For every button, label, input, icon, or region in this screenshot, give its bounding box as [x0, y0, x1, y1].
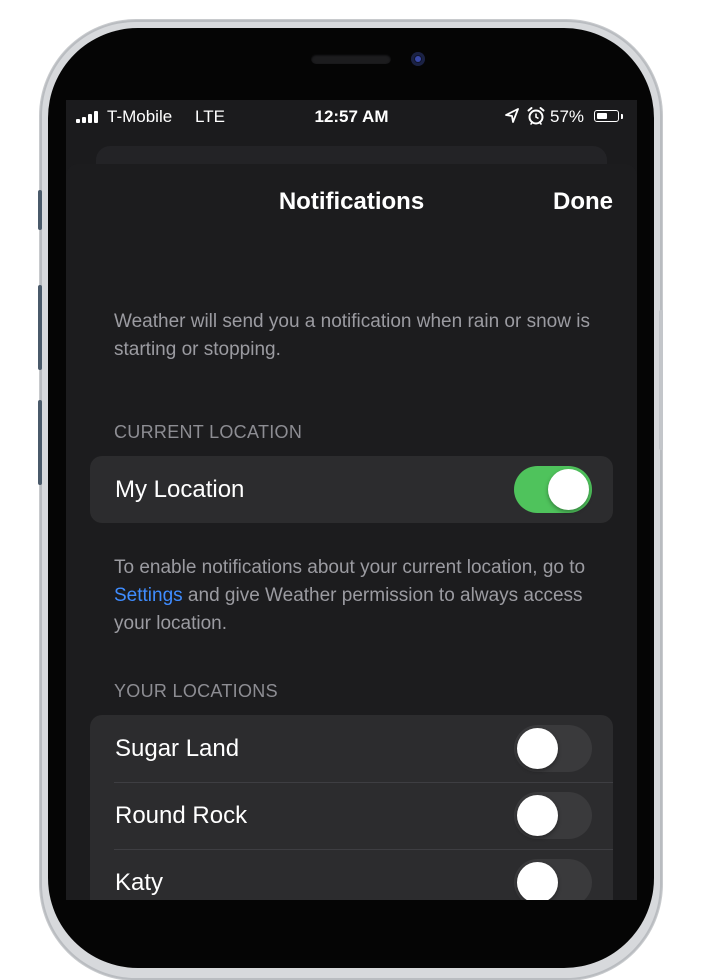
- battery-icon: [594, 110, 619, 122]
- notifications-sheet: Notifications Done Weather will send you…: [66, 164, 637, 900]
- toggle-knob: [548, 469, 589, 510]
- round-rock-toggle[interactable]: [514, 792, 592, 839]
- alarm-icon: [527, 107, 545, 125]
- current-location-header: CURRENT LOCATION: [114, 422, 303, 442]
- toggle-knob: [517, 862, 558, 900]
- current-location-group: My Location: [90, 456, 613, 523]
- power-button: [659, 310, 663, 450]
- sugar-land-toggle[interactable]: [514, 725, 592, 772]
- status-bar: T-Mobile LTE 12:57 AM 57%: [66, 100, 637, 134]
- location-row-katy: Katy: [90, 849, 613, 900]
- battery-tip: [621, 114, 623, 119]
- location-row-round-rock: Round Rock: [90, 782, 613, 849]
- my-location-toggle[interactable]: [514, 466, 592, 513]
- permission-note: To enable notifications about your curre…: [114, 554, 604, 638]
- volume-up-button: [38, 285, 42, 370]
- permission-note-text-end: and give Weather permission to always ac…: [114, 585, 583, 634]
- your-locations-group: Sugar Land Round Rock Katy: [90, 715, 613, 900]
- permission-note-text: To enable notifications about your curre…: [114, 557, 586, 578]
- location-label: Katy: [115, 869, 164, 896]
- battery-percentage: 57%: [550, 107, 585, 126]
- katy-toggle[interactable]: [514, 859, 592, 900]
- battery-level-fill: [596, 112, 608, 119]
- intro-description: Weather will send you a notification whe…: [114, 311, 590, 360]
- done-button[interactable]: Done: [553, 188, 613, 216]
- page-title: Notifications: [278, 188, 425, 215]
- location-arrow-icon: [505, 108, 519, 123]
- location-label: Round Rock: [115, 802, 248, 829]
- my-location-label: My Location: [115, 476, 245, 503]
- location-label: Sugar Land: [115, 735, 240, 762]
- toggle-knob: [517, 728, 558, 769]
- mute-switch: [38, 190, 42, 230]
- front-camera: [411, 52, 425, 66]
- volume-down-button: [38, 400, 42, 485]
- your-locations-header: YOUR LOCATIONS: [114, 681, 278, 701]
- location-row-sugar-land: Sugar Land: [90, 715, 613, 782]
- screen: T-Mobile LTE 12:57 AM 57% Notifications …: [66, 100, 637, 900]
- toggle-knob: [517, 795, 558, 836]
- settings-link[interactable]: Settings: [114, 585, 183, 606]
- earpiece-speaker: [311, 54, 391, 64]
- my-location-row: My Location: [90, 456, 613, 523]
